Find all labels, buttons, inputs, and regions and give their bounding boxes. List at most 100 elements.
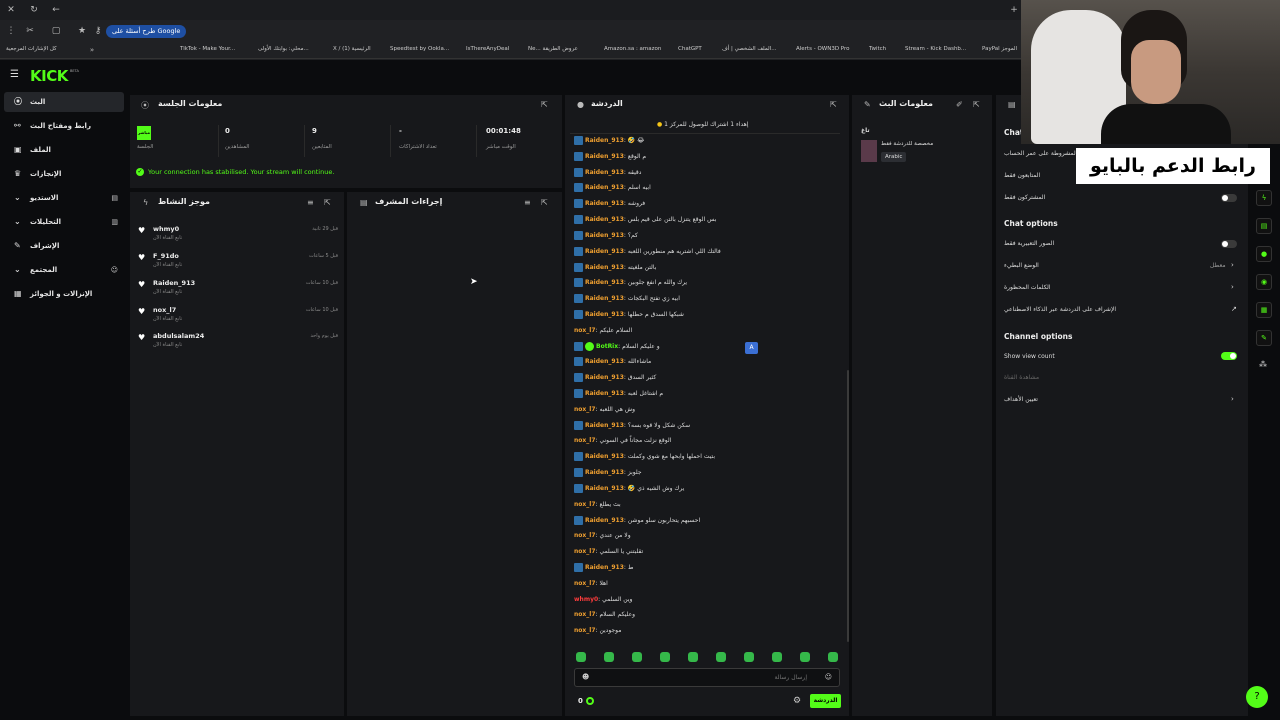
close-window-icon[interactable]: ✕ — [5, 4, 17, 16]
menu-dots-icon[interactable]: ⋮ — [5, 25, 17, 37]
back-icon[interactable]: ← — [50, 4, 62, 16]
chat-username[interactable]: nox_l7 — [574, 580, 596, 587]
bookmark-item[interactable]: ChatGPT — [678, 46, 702, 52]
chat-username[interactable]: Raiden_913 — [585, 232, 624, 239]
bookmark-item[interactable]: Alerts - OWN3D Pro — [796, 46, 850, 52]
extensions-icon[interactable]: ✂ — [24, 25, 36, 37]
star-icon[interactable]: ★ — [76, 25, 88, 37]
chat-username[interactable]: nox_l7 — [574, 611, 596, 618]
sidebar-item-community[interactable]: ⌄ المجتمع ☺ — [4, 260, 124, 280]
category-thumbnail[interactable] — [861, 140, 877, 162]
chat-username[interactable]: Raiden_913 — [585, 153, 624, 160]
chat-username[interactable]: Raiden_913 — [585, 137, 624, 144]
sidebar-item-moderation[interactable]: ✎ الإشراف — [4, 236, 124, 256]
emote-icon[interactable] — [744, 652, 754, 662]
chevron-right-icon[interactable]: › — [1231, 395, 1234, 403]
chat-username[interactable]: Raiden_913 — [585, 374, 624, 381]
subscribers-only-toggle[interactable] — [1221, 194, 1237, 202]
chat-bubble-icon[interactable]: ● — [1256, 246, 1272, 262]
popout-icon[interactable]: ⇱ — [973, 100, 980, 109]
sidebar-item-achievements[interactable]: ♛ الإنجازات — [4, 164, 124, 184]
popout-icon[interactable]: ⇱ — [541, 198, 548, 207]
chat-username[interactable]: Raiden_913 — [585, 469, 624, 476]
chevron-right-icon[interactable]: › — [1231, 283, 1234, 291]
bookmark-item[interactable]: Ne... عروض الطريقة — [528, 46, 578, 52]
bookmark-item[interactable]: Speedtest by Ookla... — [390, 46, 449, 52]
chat-username[interactable]: whmy0 — [574, 596, 598, 603]
emote-icon[interactable] — [772, 652, 782, 662]
emoji-icon[interactable]: ☻ — [582, 673, 589, 681]
kick-logo[interactable]: KICK — [30, 67, 68, 85]
sidebar-item-studio[interactable]: ⌄ الاستديو ▤ — [4, 188, 124, 208]
sidebar-item-drops[interactable]: ▦ الإنزالات و الجوائز — [4, 284, 124, 304]
help-chat-button[interactable]: ? — [1246, 686, 1268, 708]
sidebar-item-stream[interactable]: ⦿ البث — [4, 92, 124, 112]
chat-username[interactable]: nox_l7 — [574, 548, 596, 555]
category-name[interactable]: مخصصة للدردشة فقط — [881, 141, 933, 147]
chat-username[interactable]: nox_l7 — [574, 406, 596, 413]
language-tag[interactable]: Arabic — [881, 152, 907, 162]
emote-icon[interactable] — [604, 652, 614, 662]
emotes-only-toggle[interactable] — [1221, 240, 1237, 248]
lightning-icon[interactable]: ϟ — [1256, 190, 1272, 206]
sidebar-item-profile[interactable]: ▣ الملف — [4, 140, 124, 160]
show-view-count-toggle[interactable] — [1221, 352, 1237, 360]
follower-name[interactable]: F_91do — [153, 252, 179, 260]
emote-icon[interactable] — [660, 652, 670, 662]
chat-scrollbar[interactable] — [847, 370, 849, 642]
chat-username[interactable]: Raiden_913 — [585, 295, 624, 302]
chat-username[interactable]: nox_l7 — [574, 327, 596, 334]
chat-username[interactable]: Raiden_913 — [585, 358, 624, 365]
setting-label[interactable]: المتابعون فقط — [1004, 172, 1040, 179]
gear-icon[interactable]: ⚙ — [793, 696, 801, 706]
popout-icon[interactable]: ⇱ — [830, 100, 837, 109]
chat-username[interactable]: Raiden_913 — [585, 453, 624, 460]
chat-username[interactable]: Raiden_913 — [585, 279, 624, 286]
emote-icon[interactable] — [576, 652, 586, 662]
sidebar-item-stream-key[interactable]: ⚯ رابط ومفتاح البث — [4, 116, 124, 136]
chat-username[interactable]: Raiden_913 — [585, 200, 624, 207]
filter-icon[interactable]: ≡ — [307, 198, 314, 207]
bookmark-item[interactable]: كل الإشارات المرجعية — [6, 46, 57, 52]
external-link-icon[interactable]: ↗ — [1231, 305, 1237, 313]
bookmarks-overflow-icon[interactable]: » — [86, 44, 98, 56]
chat-username[interactable]: Raiden_913 — [585, 390, 624, 397]
filter-icon[interactable]: ≡ — [524, 198, 531, 207]
bookmark-item[interactable]: Amazon.sa : amazon — [604, 46, 661, 52]
bookmark-item[interactable]: محلي: بوابتك الأولى... — [258, 46, 309, 52]
chat-username[interactable]: Raiden_913 — [585, 264, 624, 271]
follower-name[interactable]: abdulsalam24 — [153, 332, 204, 340]
chat-username[interactable]: Raiden_913 — [585, 184, 624, 191]
new-tab-icon[interactable]: + — [1008, 4, 1020, 16]
chat-username[interactable]: Raiden_913 — [585, 169, 624, 176]
follower-name[interactable]: whmy0 — [153, 225, 179, 233]
screenshot-icon[interactable]: ▢ — [50, 25, 62, 37]
reload-icon[interactable]: ↻ — [28, 4, 40, 16]
chat-username[interactable]: nox_l7 — [574, 627, 596, 634]
bookmark-item[interactable]: الملف الشخصي | أف... — [722, 46, 777, 52]
emote-icon[interactable] — [632, 652, 642, 662]
chevron-right-icon[interactable]: › — [1231, 261, 1234, 269]
chat-username[interactable]: Raiden_913 — [585, 216, 624, 223]
chat-username[interactable]: Raiden_913 — [585, 517, 624, 524]
share-icon[interactable]: ⁂ — [1259, 360, 1267, 369]
google-search-pill[interactable]: طرح أسئلة على Google — [106, 25, 187, 38]
chat-username[interactable]: Raiden_913 — [585, 422, 624, 429]
follower-name[interactable]: nox_l7 — [153, 306, 176, 314]
hamburger-icon[interactable]: ☰ — [10, 69, 19, 80]
emote-picker-icon[interactable]: ☺ — [825, 673, 832, 681]
chat-username[interactable]: nox_l7 — [574, 532, 596, 539]
bookmark-item[interactable]: Stream - Kick Dashb... — [905, 46, 966, 52]
setting-label[interactable]: تعيين الأهداف — [1004, 396, 1038, 403]
send-chat-button[interactable]: الدردشة — [810, 694, 841, 708]
chat-username[interactable]: BotRix — [596, 343, 618, 350]
popout-icon[interactable]: ⇱ — [541, 100, 548, 109]
bookmark-item[interactable]: IsThereAnyDeal — [466, 46, 509, 52]
document-icon[interactable]: ▤ — [1256, 218, 1272, 234]
setting-label[interactable]: الوضع البطيء — [1004, 262, 1039, 269]
key-icon[interactable]: ⚷ — [92, 25, 104, 37]
wrench-icon[interactable]: ✎ — [1256, 330, 1272, 346]
chat-username[interactable]: Raiden_913 — [585, 311, 624, 318]
bookmark-item[interactable]: PayPal الموجز — [982, 46, 1017, 52]
bookmark-item[interactable]: TikTok - Make Your... — [180, 46, 235, 52]
